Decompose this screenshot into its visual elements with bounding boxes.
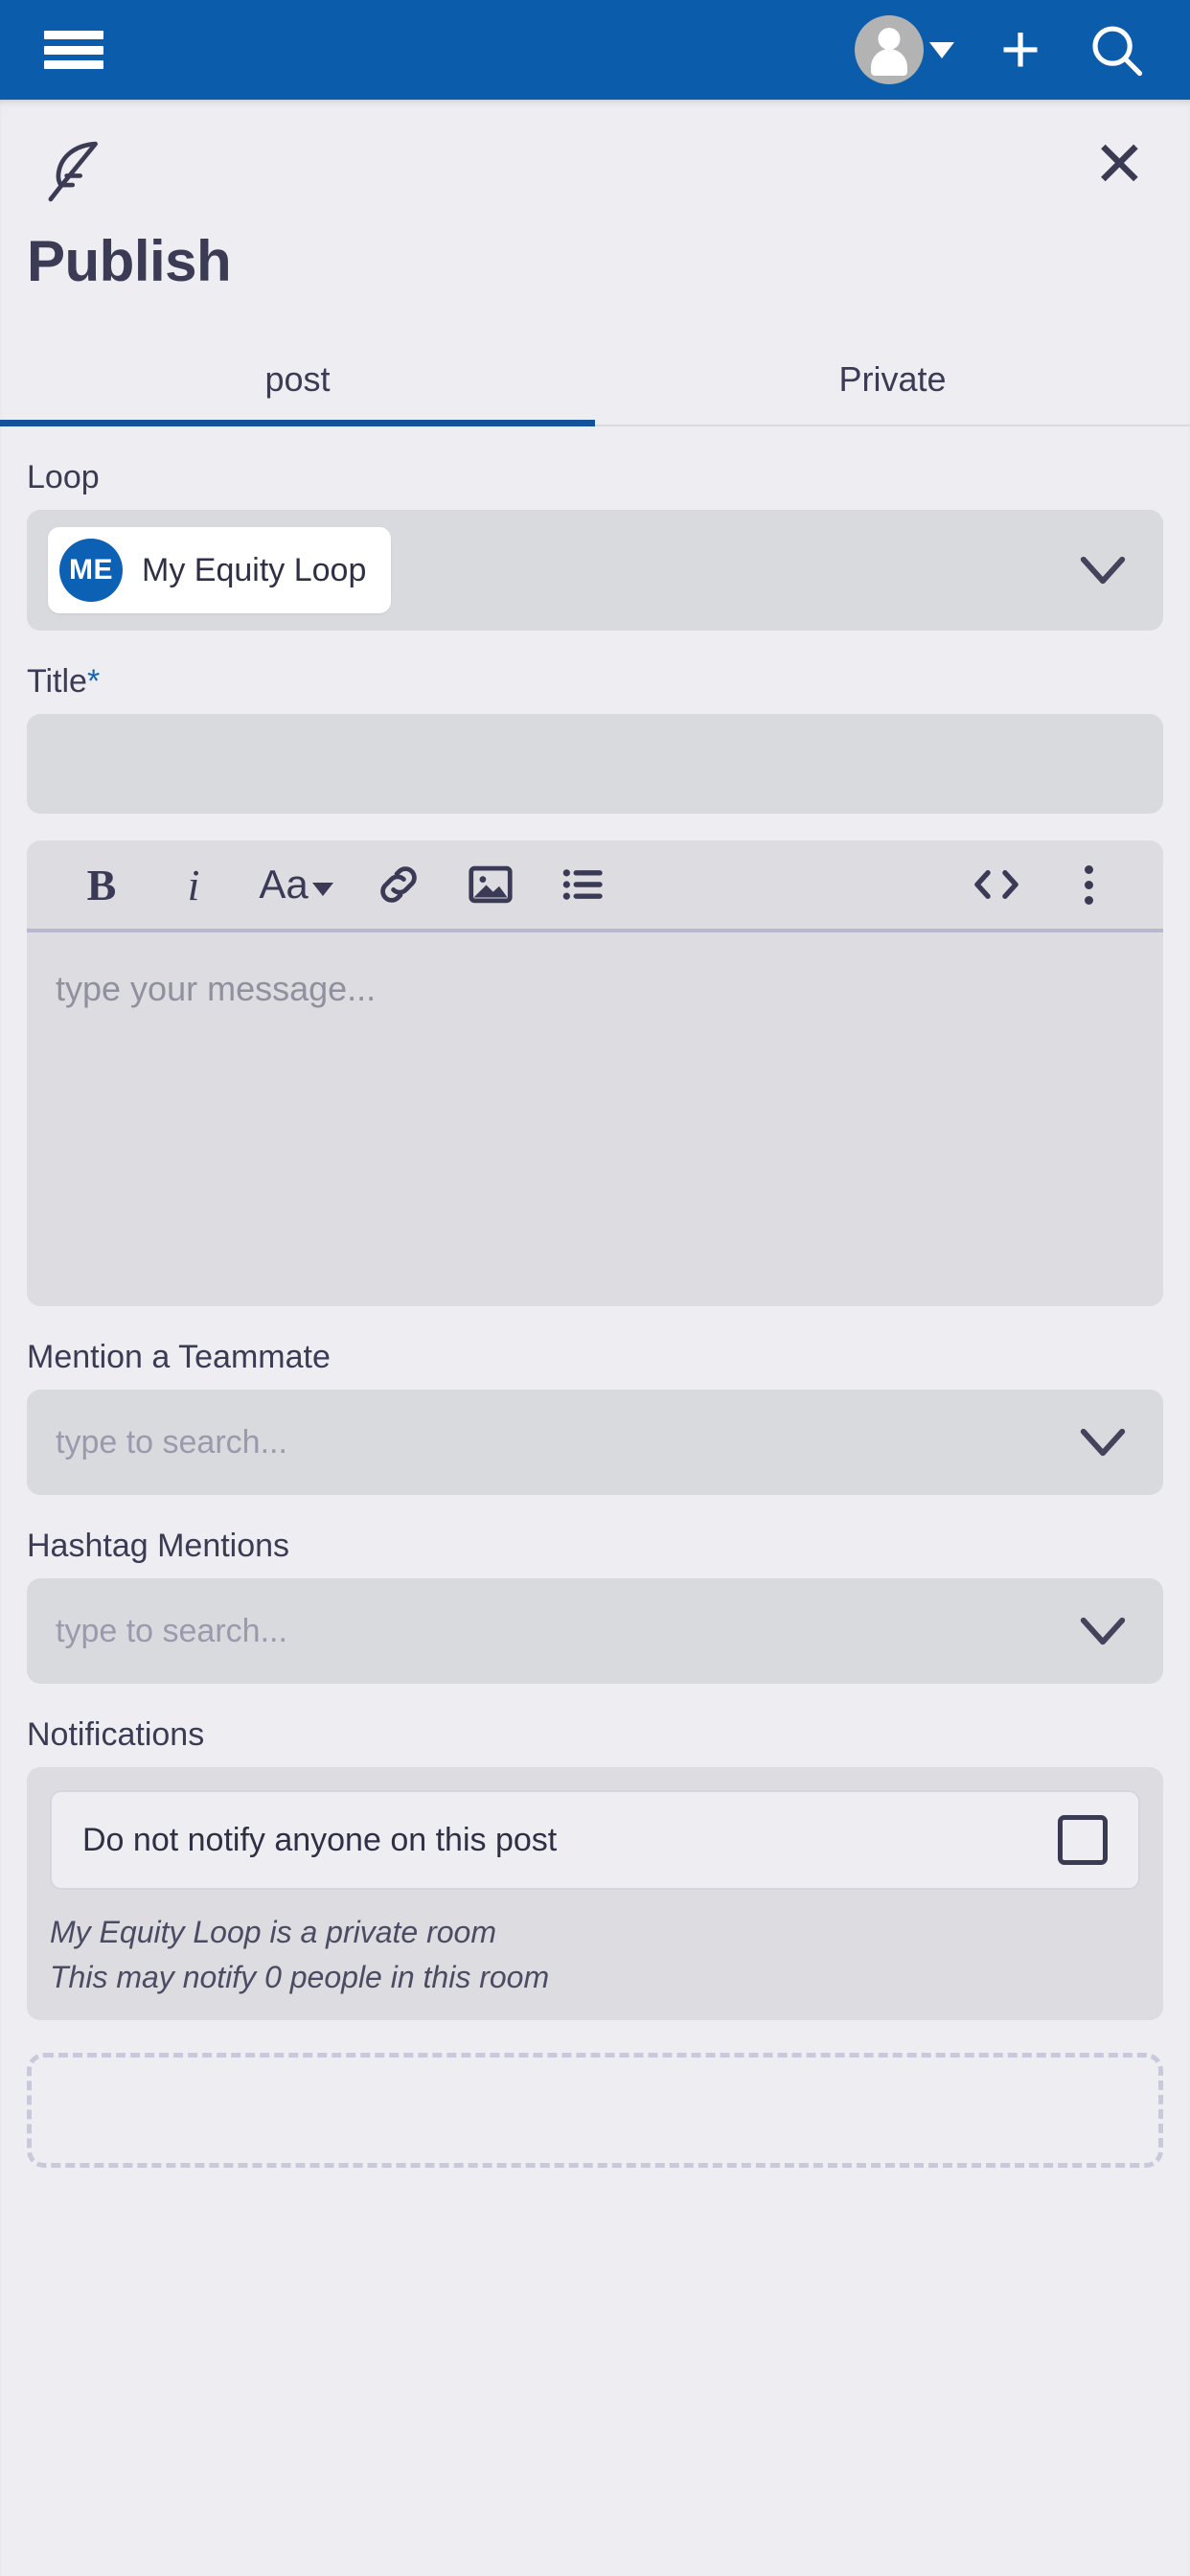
dot (1084, 895, 1093, 905)
notifications-label: Notifications (27, 1716, 205, 1753)
do-not-notify-label: Do not notify anyone on this post (82, 1821, 558, 1858)
bulleted-list-icon[interactable] (537, 859, 629, 910)
user-avatar-icon[interactable] (854, 15, 924, 84)
loop-selected-value: My Equity Loop (142, 551, 367, 588)
loop-selected-chip[interactable]: ME My Equity Loop (48, 527, 392, 613)
bold-icon[interactable]: B (56, 860, 148, 910)
message-placeholder: type your message... (56, 969, 377, 1008)
mention-teammate-select[interactable]: type to search... (27, 1390, 1163, 1495)
attachment-dropzone[interactable] (27, 2052, 1163, 2168)
message-textarea[interactable]: type your message... (27, 932, 1163, 1306)
tab-private[interactable]: Private (595, 338, 1190, 425)
caret-down-icon[interactable] (928, 41, 954, 58)
hamburger-menu-icon[interactable] (44, 27, 103, 73)
do-not-notify-row[interactable]: Do not notify anyone on this post (50, 1790, 1140, 1890)
font-size-icon[interactable]: Aa (240, 862, 353, 908)
loop-avatar: ME (59, 539, 123, 602)
publish-sheet: ✕ Publish post Private Loop ME My Equity… (0, 100, 1190, 2576)
hamburger-bar (44, 45, 103, 55)
code-icon[interactable] (950, 862, 1042, 908)
mention-teammate-placeholder: type to search... (56, 1423, 287, 1460)
appbar-actions: + (854, 15, 1146, 84)
notifications-card: Do not notify anyone on this post My Equ… (27, 1767, 1163, 2020)
loop-label: Loop (27, 459, 100, 495)
publish-form: Loop ME My Equity Loop Title* B i Aa typ… (0, 459, 1190, 2020)
search-icon[interactable] (1087, 20, 1146, 80)
close-icon[interactable]: ✕ (1093, 132, 1146, 196)
vertical-dots (1084, 864, 1093, 905)
hashtag-mentions-label: Hashtag Mentions (27, 1528, 290, 1564)
do-not-notify-checkbox[interactable] (1058, 1815, 1108, 1865)
plus-icon[interactable]: + (1000, 15, 1041, 84)
title-input[interactable] (27, 714, 1163, 814)
font-size-label: Aa (259, 862, 309, 907)
loop-select[interactable]: ME My Equity Loop (27, 510, 1163, 631)
sheet-header: ✕ (0, 100, 1190, 207)
dot (1084, 880, 1093, 889)
italic-icon[interactable]: i (148, 860, 240, 910)
image-icon[interactable] (445, 859, 537, 910)
publish-tabs: post Private (0, 338, 1190, 426)
hamburger-bar (44, 60, 103, 69)
message-editor: B i Aa type your message... (27, 840, 1163, 1306)
more-options-icon[interactable] (1042, 864, 1134, 905)
avatar-body (870, 49, 907, 76)
chevron-down-icon[interactable] (1075, 1425, 1131, 1460)
triangle-down-icon (311, 883, 333, 896)
tab-post[interactable]: post (0, 338, 595, 426)
account-menu-button[interactable] (854, 15, 954, 84)
link-icon[interactable] (353, 860, 445, 909)
hashtag-mentions-select[interactable]: type to search... (27, 1578, 1163, 1684)
editor-toolbar: B i Aa (27, 840, 1163, 932)
title-label-text: Title (27, 663, 87, 700)
hashtag-mentions-placeholder: type to search... (56, 1612, 287, 1649)
mention-teammate-label: Mention a Teammate (27, 1339, 331, 1375)
notify-count-note: This may notify 0 people in this room (50, 1959, 550, 1994)
avatar-head (878, 28, 901, 50)
private-room-note: My Equity Loop is a private room (50, 1915, 496, 1949)
required-marker: * (86, 663, 101, 700)
top-app-bar: + (0, 0, 1190, 100)
hamburger-bar (44, 31, 103, 39)
title-label: Title* (27, 663, 1163, 701)
feather-quill-icon (48, 141, 98, 202)
dot (1084, 864, 1093, 874)
chevron-down-icon[interactable] (1075, 1614, 1131, 1648)
page-title: Publish (27, 229, 232, 293)
chevron-down-icon[interactable] (1075, 553, 1131, 587)
